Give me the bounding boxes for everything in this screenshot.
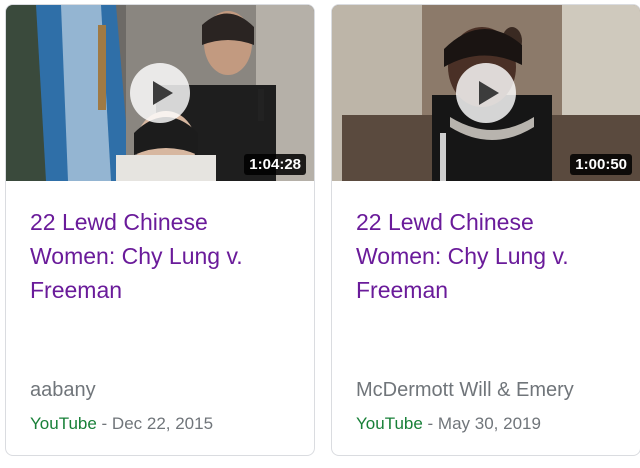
play-icon bbox=[152, 81, 173, 105]
video-duration: 1:04:28 bbox=[244, 154, 306, 175]
video-thumbnail[interactable]: 1:04:28 bbox=[6, 5, 314, 181]
video-title-link[interactable]: 22 Lewd Chinese Women: Chy Lung v. Freem… bbox=[356, 205, 616, 307]
play-icon bbox=[478, 81, 499, 105]
video-thumbnail[interactable]: 1:00:50 bbox=[332, 5, 640, 181]
video-duration: 1:00:50 bbox=[570, 154, 632, 175]
channel-name: McDermott Will & Emery bbox=[356, 379, 574, 401]
video-title-link[interactable]: 22 Lewd Chinese Women: Chy Lung v. Freem… bbox=[30, 205, 290, 307]
publish-date: May 30, 2019 bbox=[437, 414, 541, 433]
source-label: YouTube bbox=[30, 414, 97, 433]
video-meta: YouTube - May 30, 2019 bbox=[356, 414, 541, 434]
video-card[interactable]: 1:04:28 22 Lewd Chinese Women: Chy Lung … bbox=[5, 4, 315, 456]
meta-separator: - bbox=[96, 414, 112, 433]
publish-date: Dec 22, 2015 bbox=[111, 414, 214, 433]
channel-name: aabany bbox=[30, 379, 96, 401]
play-button[interactable] bbox=[130, 63, 190, 123]
play-button[interactable] bbox=[456, 63, 516, 123]
video-card[interactable]: 1:00:50 22 Lewd Chinese Women: Chy Lung … bbox=[331, 4, 640, 456]
meta-separator: - bbox=[422, 414, 438, 433]
source-label: YouTube bbox=[356, 414, 423, 433]
video-meta: YouTube - Dec 22, 2015 bbox=[30, 414, 213, 434]
